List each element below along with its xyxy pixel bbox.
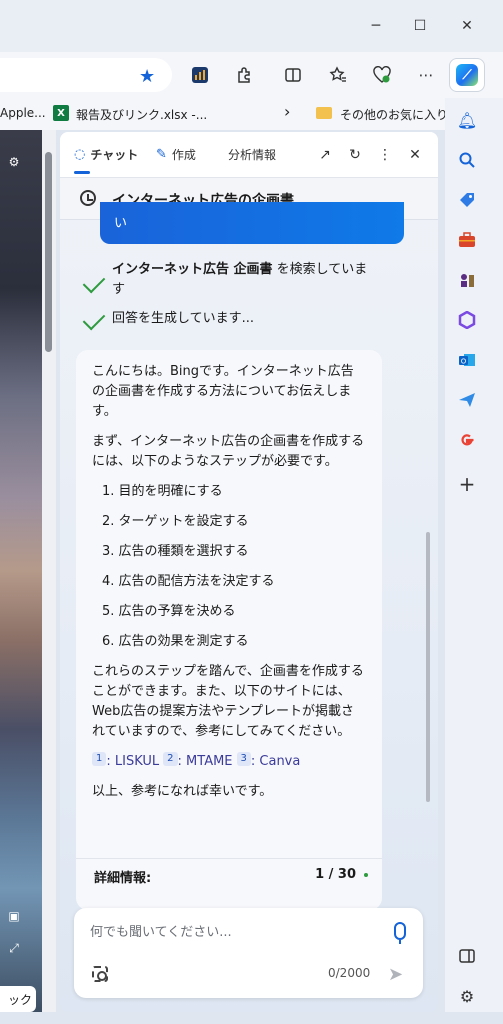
favorites-icon[interactable] bbox=[327, 64, 349, 86]
title-bar: ─ ☐ ✕ bbox=[0, 0, 503, 52]
chat-input-box: 0/2000 ➤ bbox=[74, 908, 423, 998]
close-pane-icon[interactable]: ✕ bbox=[405, 145, 425, 165]
notifications-bell-icon[interactable]: 🔔︎ bbox=[455, 108, 479, 132]
refresh-icon[interactable]: ↻ bbox=[345, 145, 365, 165]
google-icon[interactable] bbox=[455, 428, 479, 452]
status-searching: インターネット広告 企画書 を検索しています bbox=[112, 260, 372, 300]
edge-sidebar: 🔔︎ O + ⚙ bbox=[445, 98, 503, 1024]
excel-icon: X bbox=[53, 105, 69, 121]
details-bar[interactable]: 詳細情報: 1 / 30 bbox=[76, 858, 382, 890]
history-icon[interactable] bbox=[80, 190, 96, 206]
tab-compose-label: 作成 bbox=[171, 148, 196, 162]
extensions-icon[interactable] bbox=[233, 64, 255, 86]
citation-link[interactable]: 3: Canva bbox=[236, 752, 300, 772]
citation-link[interactable]: 2: MTAME bbox=[163, 752, 233, 772]
add-icon[interactable]: + bbox=[455, 472, 479, 496]
tab-insights[interactable]: 分析情報 bbox=[228, 146, 276, 163]
copilot-button[interactable]: ⟋ bbox=[449, 58, 485, 92]
active-tab-indicator bbox=[74, 171, 90, 174]
more-icon[interactable]: ⋯ bbox=[415, 64, 437, 86]
svg-text:O: O bbox=[461, 358, 467, 366]
more-options-icon[interactable]: ⋮ bbox=[375, 145, 395, 165]
tab-chat-label: チャット bbox=[90, 148, 139, 162]
list-item: 4. 広告の配信方法を決定する bbox=[102, 574, 275, 589]
chat-scrollbar-thumb[interactable] bbox=[426, 532, 430, 802]
status-generating: 回答を生成しています... bbox=[112, 311, 255, 326]
chat-bubble-icon: ◌ bbox=[74, 147, 86, 162]
games-chess-icon[interactable] bbox=[455, 268, 479, 292]
visual-search-icon[interactable] bbox=[92, 966, 108, 982]
bot-answer-card: こんにちは。Bingです。インターネット広告の企画書を作成する方法についてお伝え… bbox=[76, 350, 382, 910]
check-icon bbox=[82, 270, 106, 294]
send-icon[interactable]: ➤ bbox=[388, 964, 403, 985]
user-message-bubble: い bbox=[100, 202, 404, 244]
search-query: インターネット広告 企画書 bbox=[112, 262, 273, 277]
answer-intro: こんにちは。Bingです。インターネット広告の企画書を作成する方法についてお伝え… bbox=[92, 364, 354, 419]
copilot-pane: ◌ チャット ✎ 作成 分析情報 ↗ ↻ ⋮ ✕ インターネット広告の企画書 い… bbox=[60, 132, 438, 1012]
shopping-tag-icon[interactable] bbox=[455, 188, 479, 212]
open-in-new-icon[interactable]: ↗ bbox=[315, 145, 335, 165]
list-item: 3. 広告の種類を選択する bbox=[102, 544, 249, 559]
compose-pen-icon: ✎ bbox=[156, 147, 167, 162]
tab-chat[interactable]: ◌ チャット bbox=[74, 146, 138, 163]
favorite-star-icon[interactable]: ★ bbox=[139, 66, 155, 87]
list-item: 2. ターゲットを設定する bbox=[102, 514, 249, 529]
bookmarks-more-chevron-icon[interactable]: › bbox=[284, 102, 290, 121]
maximize-button[interactable]: ☐ bbox=[408, 14, 432, 38]
browser-essentials-icon[interactable] bbox=[371, 64, 393, 86]
window-bottom-edge bbox=[0, 1012, 503, 1024]
details-label: 詳細情報: bbox=[94, 871, 152, 886]
stats-icon[interactable] bbox=[189, 64, 211, 86]
microphone-icon[interactable] bbox=[394, 922, 406, 944]
bookmark-apple[interactable]: Apple... bbox=[0, 106, 46, 120]
list-item: 5. 広告の予算を決める bbox=[102, 604, 236, 619]
page-scrollbar-thumb[interactable] bbox=[45, 152, 52, 352]
minimize-button[interactable]: ─ bbox=[364, 14, 388, 38]
outlook-icon[interactable]: O bbox=[455, 348, 479, 372]
tab-compose[interactable]: ✎ 作成 bbox=[156, 146, 196, 163]
search-icon[interactable] bbox=[455, 148, 479, 172]
send-plane-icon[interactable] bbox=[455, 388, 479, 412]
tools-toolbox-icon[interactable] bbox=[455, 228, 479, 252]
photo-action-button[interactable]: ック bbox=[0, 986, 36, 1012]
settings-gear-icon[interactable]: ⚙ bbox=[4, 152, 24, 172]
answer-closing: 以上、参考になれば幸いです。 bbox=[92, 784, 273, 799]
split-screen-icon[interactable] bbox=[282, 64, 304, 86]
status-dot bbox=[364, 873, 368, 877]
bookmark-other-favorites[interactable]: その他のお気に入り bbox=[340, 106, 448, 123]
webpage-background-photo bbox=[0, 130, 42, 1012]
pane-header: ◌ チャット ✎ 作成 分析情報 ↗ ↻ ⋮ ✕ bbox=[60, 132, 438, 178]
settings-gear-icon[interactable]: ⚙ bbox=[455, 984, 479, 1008]
microsoft365-icon[interactable] bbox=[455, 308, 479, 332]
list-item: 1. 目的を明確にする bbox=[102, 484, 223, 499]
character-count: 0/2000 bbox=[328, 966, 371, 980]
tab-insights-label: 分析情報 bbox=[228, 148, 277, 162]
list-item: 6. 広告の効果を測定する bbox=[102, 634, 249, 649]
steps-list: 1. 目的を明確にする 2. ターゲットを設定する 3. 広告の種類を選択する … bbox=[92, 482, 366, 652]
answer-para3: これらのステップを踏んで、企画書を作成することができます。また、以下のサイトには… bbox=[92, 664, 364, 739]
answer-para2: まず、インターネット広告の企画書を作成するには、以下のようなステップが必要です。 bbox=[92, 434, 365, 469]
check-icon bbox=[82, 307, 106, 331]
sidebar-toggle-icon[interactable] bbox=[455, 944, 479, 968]
bookmark-report-xlsx[interactable]: 報告及びリンク.xlsx -... bbox=[76, 106, 207, 123]
image-icon[interactable]: ▣ bbox=[4, 906, 24, 926]
chat-input[interactable] bbox=[90, 922, 370, 942]
response-count: 1 / 30 bbox=[315, 867, 356, 882]
copilot-icon: ⟋ bbox=[456, 64, 478, 86]
close-window-button[interactable]: ✕ bbox=[455, 14, 479, 38]
citation-link[interactable]: 1: LISKUL bbox=[92, 752, 159, 772]
folder-icon bbox=[316, 107, 332, 119]
expand-icon[interactable]: ⤢ bbox=[4, 938, 24, 958]
citations: 1: LISKUL 2: MTAME 3: Canva bbox=[92, 752, 366, 772]
